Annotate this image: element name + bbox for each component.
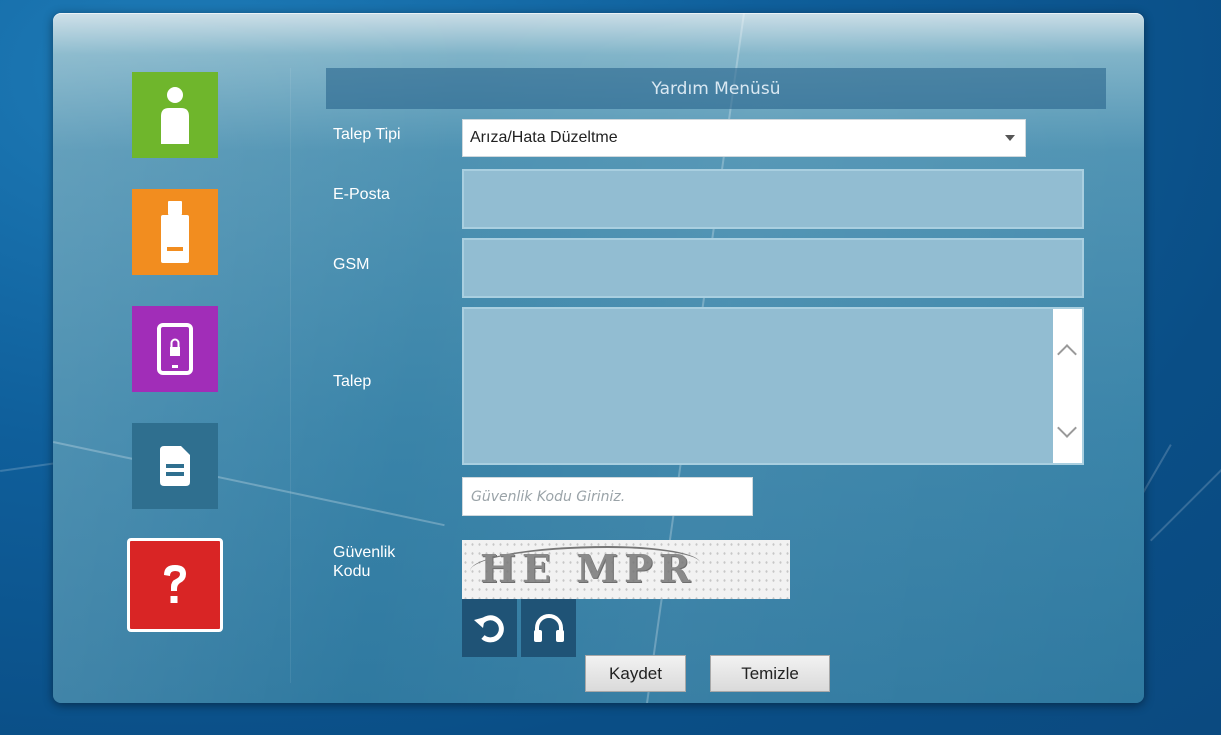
email-label: E-Posta <box>333 186 390 203</box>
request-label: Talep <box>333 373 372 390</box>
captcha-noise <box>462 540 790 599</box>
captcha-image: HE MPR <box>462 540 790 599</box>
request-textarea[interactable] <box>462 307 1084 465</box>
security-code-label: Güvenlik Kodu <box>333 544 396 580</box>
sidebar-tile-document[interactable] <box>132 423 218 509</box>
sidebar-tile-mobile-lock[interactable] <box>132 306 218 392</box>
captcha-audio-button[interactable] <box>521 599 576 657</box>
scroll-down-icon[interactable] <box>1057 418 1077 438</box>
textarea-scrollbar[interactable] <box>1053 309 1082 463</box>
gsm-label: GSM <box>333 256 370 273</box>
email-field[interactable] <box>462 169 1084 229</box>
request-type-select[interactable]: Arıza/Hata Düzeltme <box>462 119 1026 157</box>
security-code-input-wrap <box>462 477 753 516</box>
help-panel: Yardım Menüsü Talep Tipi Arıza/Hata Düze… <box>53 13 1144 703</box>
document-icon <box>160 446 190 486</box>
request-type-label: Talep Tipi <box>333 126 401 143</box>
captcha-refresh-button[interactable] <box>462 599 517 657</box>
user-icon <box>161 87 189 144</box>
usb-icon <box>161 201 189 263</box>
question-icon <box>164 565 186 603</box>
sidebar-divider <box>290 68 291 683</box>
sidebar-tile-user[interactable] <box>132 72 218 158</box>
scroll-up-icon[interactable] <box>1057 344 1077 364</box>
request-type-value: Arıza/Hata Düzeltme <box>470 129 618 146</box>
form-title: Yardım Menüsü <box>326 68 1106 109</box>
gsm-field[interactable] <box>462 238 1084 298</box>
phone-lock-icon <box>157 323 193 375</box>
dropdown-caret-icon <box>1005 135 1015 141</box>
background-streak <box>1150 455 1221 542</box>
refresh-icon <box>473 615 504 643</box>
sidebar-tile-usb[interactable] <box>132 189 218 275</box>
sidebar-tile-help[interactable] <box>127 538 223 632</box>
headphones-icon <box>533 614 564 642</box>
security-code-input[interactable] <box>471 478 744 515</box>
save-button[interactable]: Kaydet <box>585 655 686 692</box>
clear-button[interactable]: Temizle <box>710 655 830 692</box>
